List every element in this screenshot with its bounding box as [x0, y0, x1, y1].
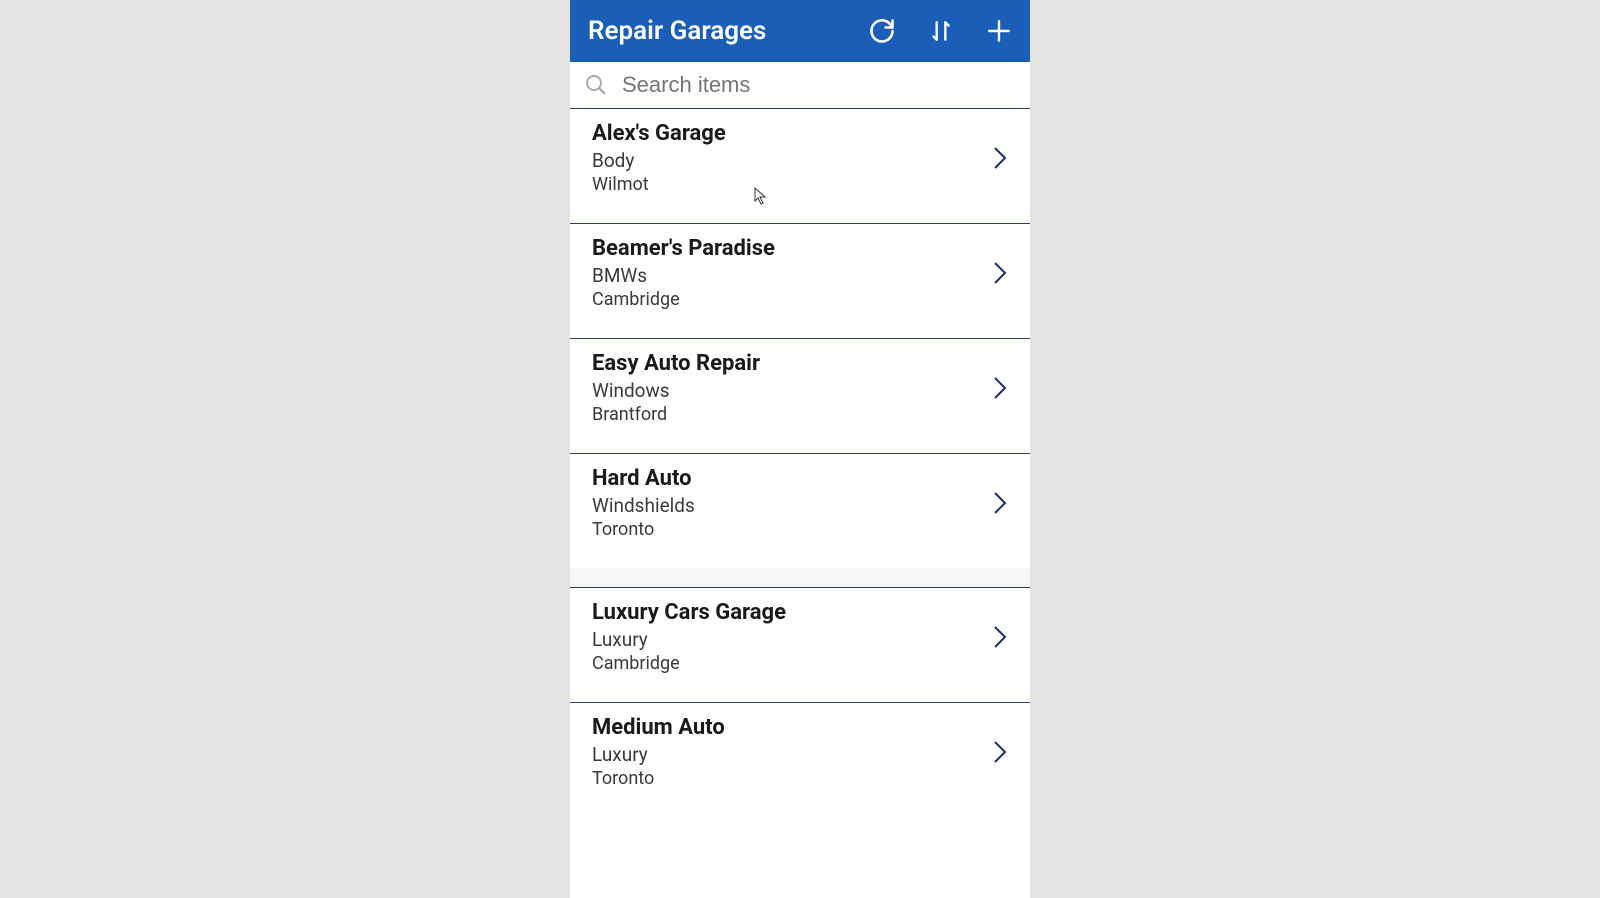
sort-icon[interactable]: [928, 18, 954, 44]
garage-specialty: Luxury: [592, 743, 992, 766]
garage-name: Beamer's Paradise: [592, 236, 992, 261]
garage-location: Toronto: [592, 519, 992, 540]
chevron-right-icon: [992, 144, 1008, 172]
garage-specialty: Windows: [592, 379, 992, 402]
garage-location: Brantford: [592, 404, 992, 425]
garage-specialty: BMWs: [592, 264, 992, 287]
garage-specialty: Windshields: [592, 494, 992, 517]
list-item-content: Beamer's Paradise BMWs Cambridge: [592, 236, 992, 310]
page-title: Repair Garages: [588, 16, 868, 46]
garage-location: Wilmot: [592, 174, 992, 195]
search-bar[interactable]: [570, 62, 1030, 109]
garage-name: Easy Auto Repair: [592, 351, 992, 376]
list-item-content: Easy Auto Repair Windows Brantford: [592, 351, 992, 425]
refresh-icon[interactable]: [868, 17, 896, 45]
add-icon[interactable]: [986, 18, 1012, 44]
garage-name: Alex's Garage: [592, 121, 992, 146]
chevron-right-icon: [992, 738, 1008, 766]
list-item[interactable]: Medium Auto Luxury Toronto: [570, 703, 1030, 817]
garage-name: Luxury Cars Garage: [592, 600, 992, 625]
chevron-right-icon: [992, 623, 1008, 651]
list-item-content: Medium Auto Luxury Toronto: [592, 715, 992, 789]
list-item-content: Luxury Cars Garage Luxury Cambridge: [592, 600, 992, 674]
garage-location: Cambridge: [592, 289, 992, 310]
group-separator: [570, 568, 1030, 588]
list-item[interactable]: Beamer's Paradise BMWs Cambridge: [570, 224, 1030, 339]
list-item[interactable]: Hard Auto Windshields Toronto: [570, 454, 1030, 568]
garage-name: Medium Auto: [592, 715, 992, 740]
chevron-right-icon: [992, 259, 1008, 287]
garage-name: Hard Auto: [592, 466, 992, 491]
garage-location: Toronto: [592, 768, 992, 789]
list-item[interactable]: Alex's Garage Body Wilmot: [570, 109, 1030, 224]
search-input[interactable]: [622, 72, 1016, 98]
garage-specialty: Luxury: [592, 628, 992, 651]
list-item[interactable]: Luxury Cars Garage Luxury Cambridge: [570, 588, 1030, 703]
garage-location: Cambridge: [592, 653, 992, 674]
list-item-content: Alex's Garage Body Wilmot: [592, 121, 992, 195]
search-icon: [584, 73, 608, 97]
app-container: Repair Garages: [570, 0, 1030, 898]
header-actions: [868, 17, 1012, 45]
chevron-right-icon: [992, 374, 1008, 402]
garage-specialty: Body: [592, 149, 992, 172]
list-item-content: Hard Auto Windshields Toronto: [592, 466, 992, 540]
chevron-right-icon: [992, 489, 1008, 517]
header-bar: Repair Garages: [570, 0, 1030, 62]
list-item[interactable]: Easy Auto Repair Windows Brantford: [570, 339, 1030, 454]
